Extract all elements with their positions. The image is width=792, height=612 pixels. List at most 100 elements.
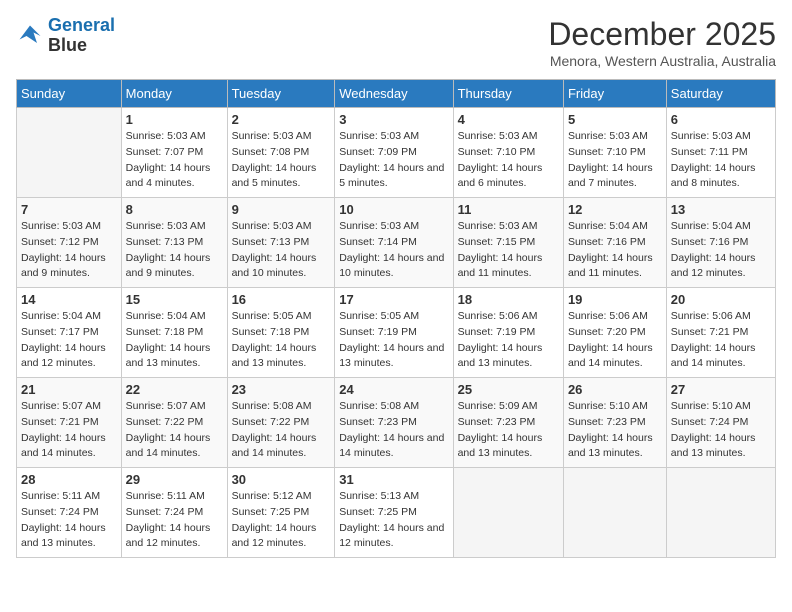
day-number: 6 [671, 112, 771, 127]
calendar-cell: 12 Sunrise: 5:04 AMSunset: 7:16 PMDayligh… [563, 198, 666, 288]
day-info: Sunrise: 5:06 AMSunset: 7:19 PMDaylight:… [458, 309, 559, 372]
day-header-wednesday: Wednesday [335, 80, 453, 108]
day-number: 8 [126, 202, 223, 217]
day-number: 1 [126, 112, 223, 127]
calendar-week-3: 14Sunrise: 5:04 AMSunset: 7:17 PMDayligh… [17, 288, 776, 378]
day-info: Sunrise: 5:13 AMSunset: 7:25 PMDaylight:… [339, 489, 448, 552]
logo-line1: General [48, 15, 115, 35]
calendar-cell [563, 468, 666, 558]
calendar-cell: 23 Sunrise: 5:08 AMSunset: 7:22 PMDayligh… [227, 378, 335, 468]
day-info: Sunrise: 5:04 AMSunset: 7:16 PMDaylight:… [671, 219, 771, 282]
calendar-cell: 2Sunrise: 5:03 AMSunset: 7:08 PMDaylight… [227, 108, 335, 198]
day-info: Sunrise: 5:06 AMSunset: 7:21 PMDaylight:… [671, 309, 771, 372]
calendar-cell: 1 Sunrise: 5:03 AMSunset: 7:07 PMDaylight… [121, 108, 227, 198]
calendar-cell: 14Sunrise: 5:04 AMSunset: 7:17 PMDayligh… [17, 288, 122, 378]
day-number: 24 [339, 382, 448, 397]
calendar-week-5: 28 Sunrise: 5:11 AMSunset: 7:24 PMDayligh… [17, 468, 776, 558]
day-info: Sunrise: 5:05 AMSunset: 7:19 PMDaylight:… [339, 309, 448, 372]
day-number: 22 [126, 382, 223, 397]
logo-line2: Blue [48, 36, 115, 56]
calendar-cell: 5 Sunrise: 5:03 AMSunset: 7:10 PMDaylight… [563, 108, 666, 198]
calendar-cell: 4 Sunrise: 5:03 AMSunset: 7:10 PMDaylight… [453, 108, 563, 198]
day-number: 15 [126, 292, 223, 307]
title-section: December 2025 Menora, Western Australia,… [548, 16, 776, 69]
calendar-cell: 17 Sunrise: 5:05 AMSunset: 7:19 PMDayligh… [335, 288, 453, 378]
day-header-saturday: Saturday [666, 80, 775, 108]
day-number: 31 [339, 472, 448, 487]
day-number: 25 [458, 382, 559, 397]
day-info: Sunrise: 5:03 AMSunset: 7:11 PMDaylight:… [671, 129, 771, 192]
location-text: Menora, Western Australia, Australia [548, 53, 776, 69]
day-number: 17 [339, 292, 448, 307]
day-info: Sunrise: 5:03 AMSunset: 7:12 PMDaylight:… [21, 219, 117, 282]
day-info: Sunrise: 5:03 AMSunset: 7:08 PMDaylight:… [232, 129, 331, 192]
day-number: 21 [21, 382, 117, 397]
month-title: December 2025 [548, 16, 776, 53]
day-number: 14 [21, 292, 117, 307]
day-info: Sunrise: 5:10 AMSunset: 7:24 PMDaylight:… [671, 399, 771, 462]
calendar-cell: 11 Sunrise: 5:03 AMSunset: 7:15 PMDayligh… [453, 198, 563, 288]
day-info: Sunrise: 5:11 AMSunset: 7:24 PMDaylight:… [126, 489, 223, 552]
day-info: Sunrise: 5:09 AMSunset: 7:23 PMDaylight:… [458, 399, 559, 462]
day-info: Sunrise: 5:06 AMSunset: 7:20 PMDaylight:… [568, 309, 662, 372]
day-number: 30 [232, 472, 331, 487]
logo-text: General Blue [48, 16, 115, 56]
calendar-week-1: 1 Sunrise: 5:03 AMSunset: 7:07 PMDaylight… [17, 108, 776, 198]
day-header-row: SundayMondayTuesdayWednesdayThursdayFrid… [17, 80, 776, 108]
calendar-table: SundayMondayTuesdayWednesdayThursdayFrid… [16, 79, 776, 558]
calendar-cell: 29 Sunrise: 5:11 AMSunset: 7:24 PMDayligh… [121, 468, 227, 558]
day-info: Sunrise: 5:03 AMSunset: 7:09 PMDaylight:… [339, 129, 448, 192]
day-info: Sunrise: 5:11 AMSunset: 7:24 PMDaylight:… [21, 489, 117, 552]
day-info: Sunrise: 5:03 AMSunset: 7:10 PMDaylight:… [458, 129, 559, 192]
calendar-cell: 16Sunrise: 5:05 AMSunset: 7:18 PMDayligh… [227, 288, 335, 378]
day-info: Sunrise: 5:07 AMSunset: 7:22 PMDaylight:… [126, 399, 223, 462]
calendar-cell: 24Sunrise: 5:08 AMSunset: 7:23 PMDayligh… [335, 378, 453, 468]
day-header-tuesday: Tuesday [227, 80, 335, 108]
calendar-week-4: 21Sunrise: 5:07 AMSunset: 7:21 PMDayligh… [17, 378, 776, 468]
calendar-cell [453, 468, 563, 558]
calendar-cell: 31 Sunrise: 5:13 AMSunset: 7:25 PMDayligh… [335, 468, 453, 558]
day-number: 29 [126, 472, 223, 487]
calendar-cell: 19 Sunrise: 5:06 AMSunset: 7:20 PMDayligh… [563, 288, 666, 378]
calendar-cell: 13 Sunrise: 5:04 AMSunset: 7:16 PMDayligh… [666, 198, 775, 288]
day-info: Sunrise: 5:10 AMSunset: 7:23 PMDaylight:… [568, 399, 662, 462]
day-info: Sunrise: 5:04 AMSunset: 7:18 PMDaylight:… [126, 309, 223, 372]
day-header-sunday: Sunday [17, 80, 122, 108]
calendar-cell: 10Sunrise: 5:03 AMSunset: 7:14 PMDayligh… [335, 198, 453, 288]
day-info: Sunrise: 5:03 AMSunset: 7:07 PMDaylight:… [126, 129, 223, 192]
calendar-cell: 27 Sunrise: 5:10 AMSunset: 7:24 PMDayligh… [666, 378, 775, 468]
day-info: Sunrise: 5:03 AMSunset: 7:13 PMDaylight:… [126, 219, 223, 282]
day-info: Sunrise: 5:12 AMSunset: 7:25 PMDaylight:… [232, 489, 331, 552]
calendar-cell: 9Sunrise: 5:03 AMSunset: 7:13 PMDaylight… [227, 198, 335, 288]
day-number: 13 [671, 202, 771, 217]
day-info: Sunrise: 5:04 AMSunset: 7:16 PMDaylight:… [568, 219, 662, 282]
logo: General Blue [16, 16, 115, 56]
day-number: 19 [568, 292, 662, 307]
day-number: 16 [232, 292, 331, 307]
calendar-cell: 25 Sunrise: 5:09 AMSunset: 7:23 PMDayligh… [453, 378, 563, 468]
day-number: 28 [21, 472, 117, 487]
day-info: Sunrise: 5:03 AMSunset: 7:15 PMDaylight:… [458, 219, 559, 282]
day-number: 11 [458, 202, 559, 217]
day-number: 9 [232, 202, 331, 217]
calendar-cell: 21Sunrise: 5:07 AMSunset: 7:21 PMDayligh… [17, 378, 122, 468]
calendar-cell: 26Sunrise: 5:10 AMSunset: 7:23 PMDayligh… [563, 378, 666, 468]
day-header-friday: Friday [563, 80, 666, 108]
day-number: 12 [568, 202, 662, 217]
day-number: 4 [458, 112, 559, 127]
day-info: Sunrise: 5:03 AMSunset: 7:10 PMDaylight:… [568, 129, 662, 192]
day-number: 23 [232, 382, 331, 397]
calendar-cell: 7Sunrise: 5:03 AMSunset: 7:12 PMDaylight… [17, 198, 122, 288]
day-info: Sunrise: 5:08 AMSunset: 7:22 PMDaylight:… [232, 399, 331, 462]
calendar-cell: 30 Sunrise: 5:12 AMSunset: 7:25 PMDayligh… [227, 468, 335, 558]
day-number: 5 [568, 112, 662, 127]
page-header: General Blue December 2025 Menora, Weste… [16, 16, 776, 69]
logo-icon [16, 22, 44, 50]
day-info: Sunrise: 5:03 AMSunset: 7:14 PMDaylight:… [339, 219, 448, 282]
calendar-cell [666, 468, 775, 558]
calendar-cell: 22 Sunrise: 5:07 AMSunset: 7:22 PMDayligh… [121, 378, 227, 468]
day-number: 3 [339, 112, 448, 127]
day-number: 20 [671, 292, 771, 307]
day-number: 27 [671, 382, 771, 397]
calendar-cell: 3 Sunrise: 5:03 AMSunset: 7:09 PMDaylight… [335, 108, 453, 198]
